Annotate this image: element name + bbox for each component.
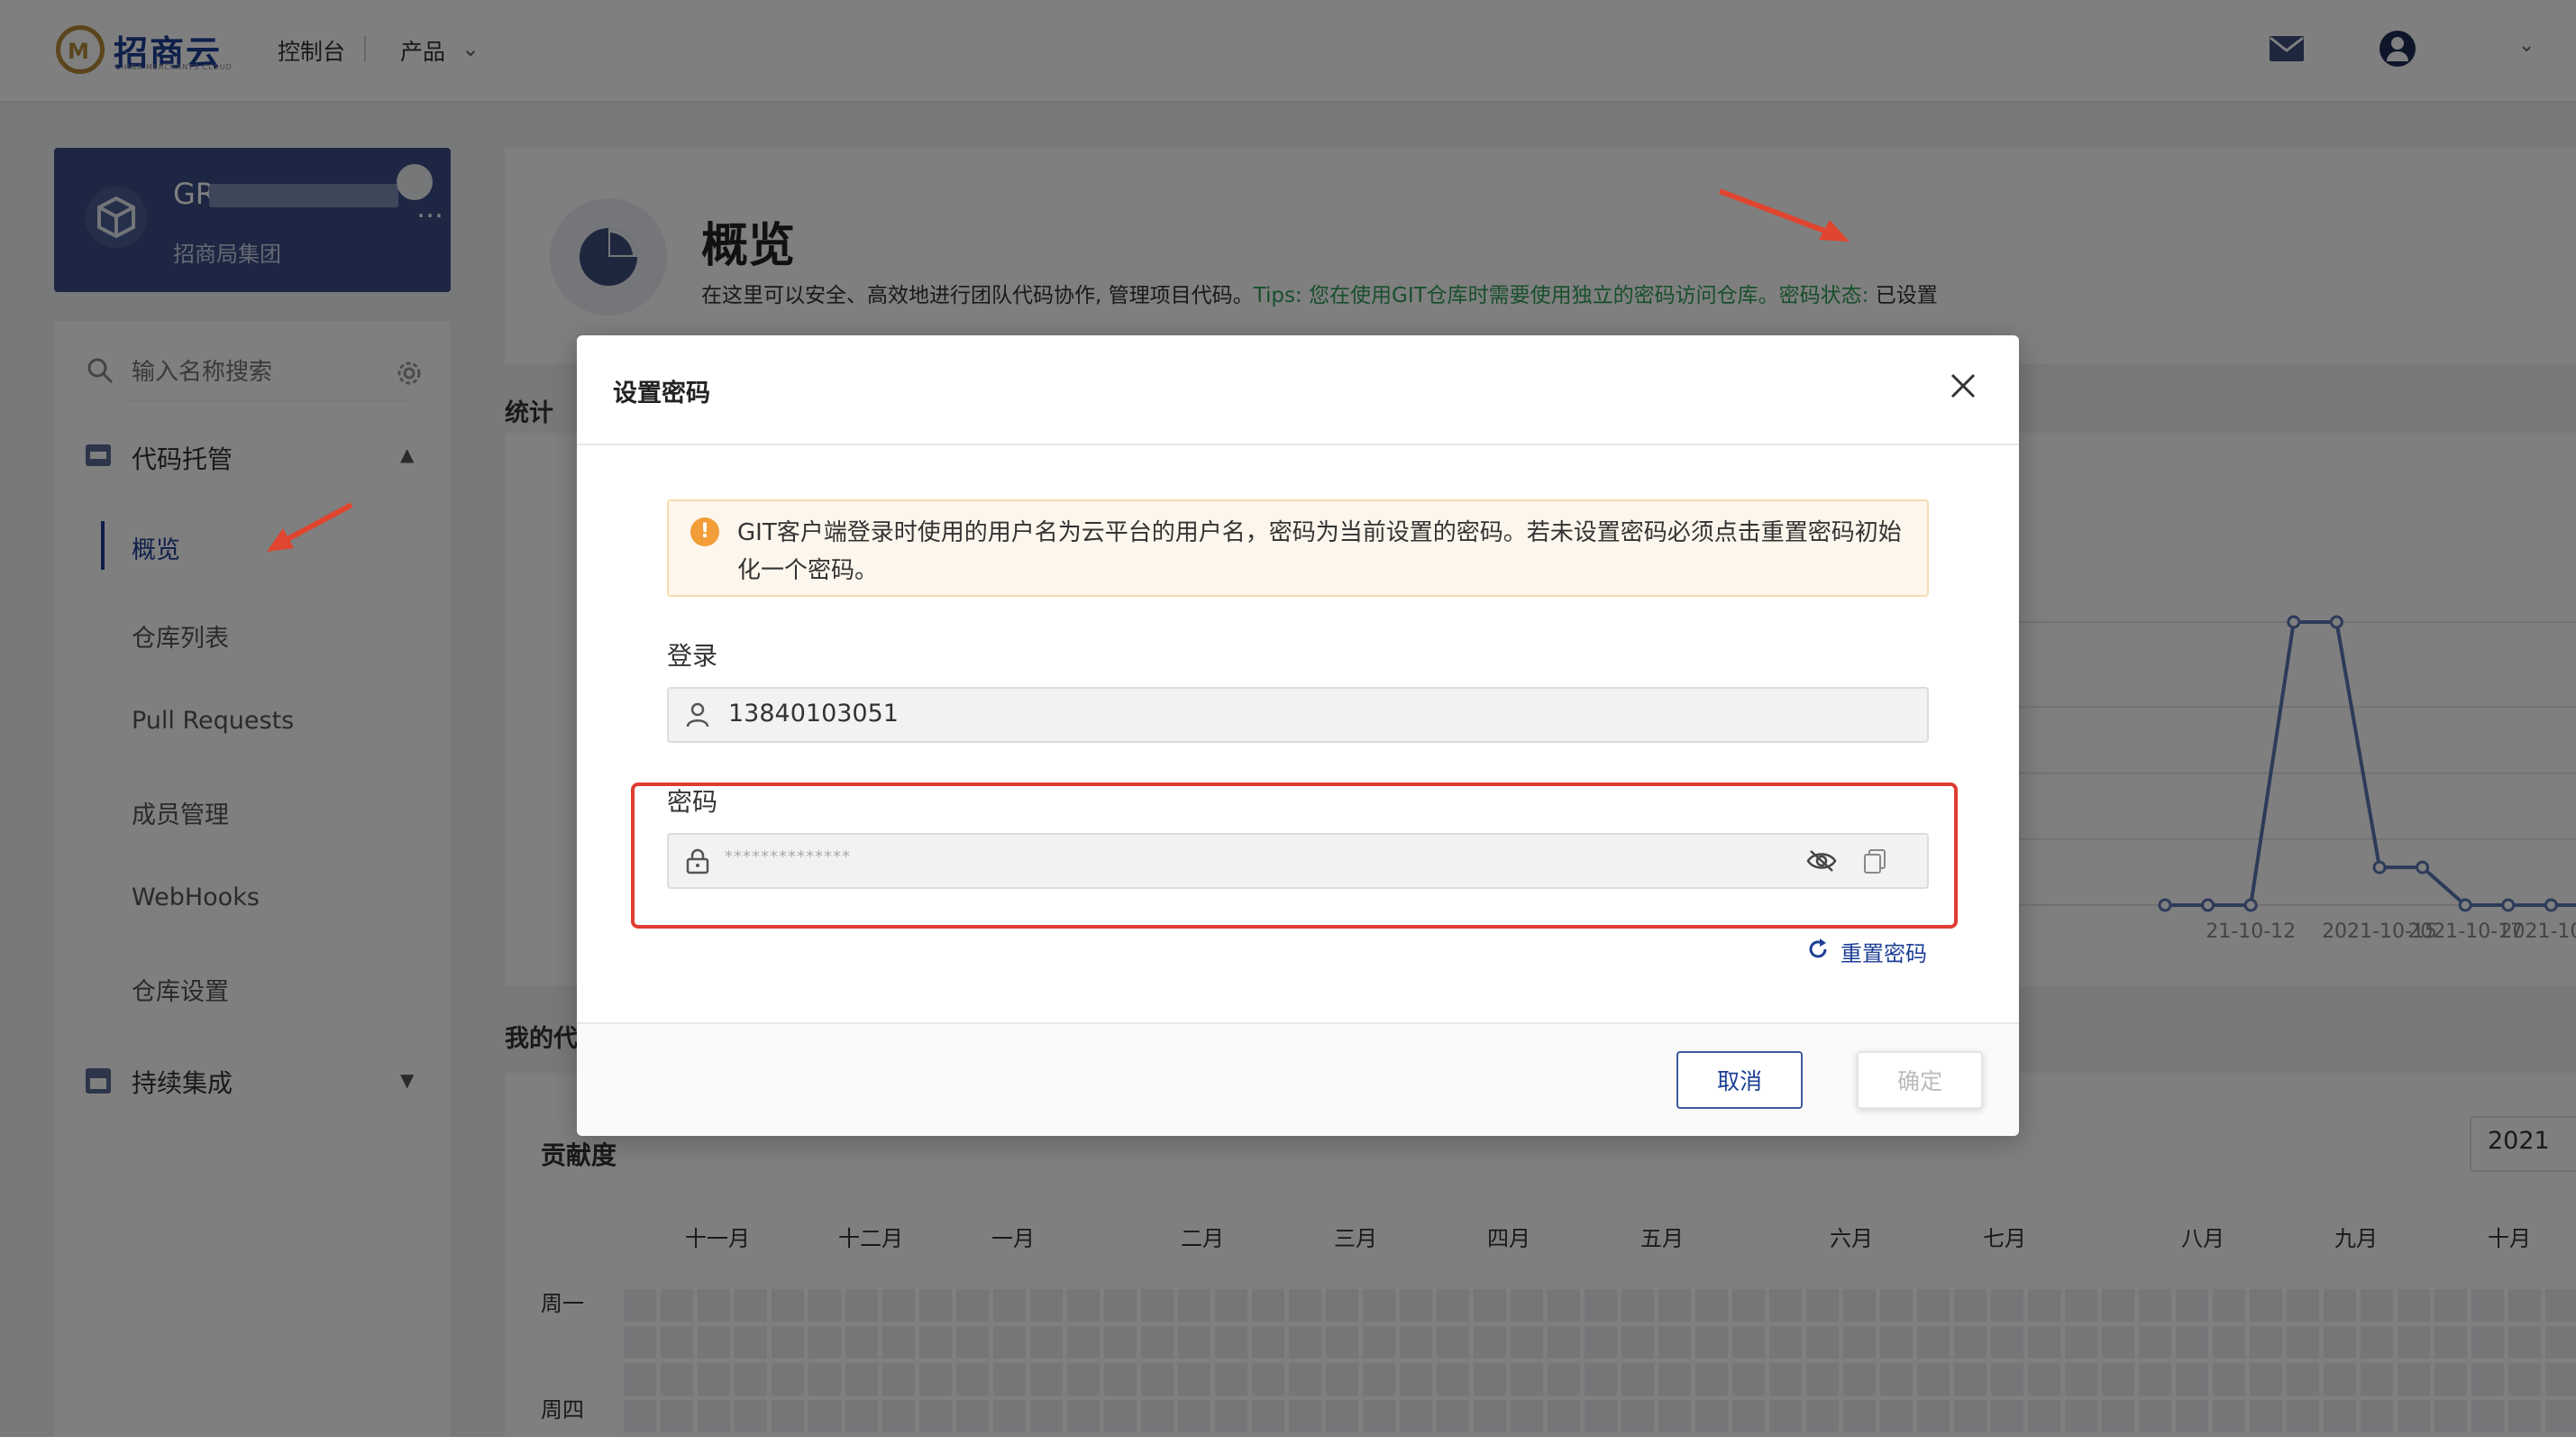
cancel-button[interactable]: 取消 — [1676, 1051, 1803, 1109]
dialog-footer — [577, 1024, 2019, 1136]
annotation-arrow-icon — [267, 502, 353, 552]
password-value: ************** — [725, 847, 851, 866]
alert-text: GIT客户端登录时使用的用户名为云平台的用户名，密码为当前设置的密码。若未设置密… — [737, 519, 1902, 584]
password-field[interactable]: ************** — [667, 833, 1929, 889]
login-field[interactable]: 13840103051 — [667, 687, 1929, 743]
lock-icon — [686, 848, 709, 874]
refresh-icon[interactable] — [1806, 938, 1830, 961]
reset-password-link[interactable]: 重置密码 — [1841, 936, 1927, 967]
password-label: 密码 — [667, 787, 718, 817]
login-label: 登录 — [667, 641, 718, 671]
dialog-title: 设置密码 — [613, 380, 710, 407]
user-icon — [686, 702, 709, 728]
eye-off-icon[interactable] — [1806, 847, 1837, 874]
info-alert: ! GIT客户端登录时使用的用户名为云平台的用户名，密码为当前设置的密码。若未设… — [667, 499, 1929, 597]
set-password-dialog: 设置密码 ! GIT客户端登录时使用的用户名为云平台的用户名，密码为当前设置的密… — [577, 335, 2019, 1136]
divider — [577, 444, 2019, 445]
close-icon[interactable] — [1945, 368, 1981, 404]
annotation-arrow-icon — [1718, 188, 1850, 242]
confirm-button[interactable]: 确定 — [1857, 1051, 1983, 1109]
login-value: 13840103051 — [728, 700, 899, 728]
copy-icon[interactable] — [1862, 847, 1887, 874]
warning-icon: ! — [690, 517, 719, 546]
